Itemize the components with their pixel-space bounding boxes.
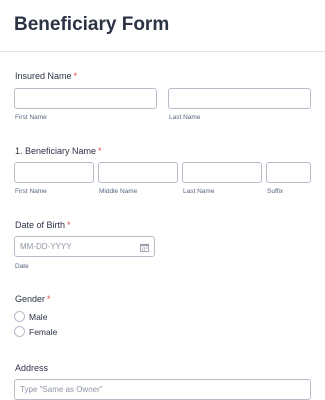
required-mark: * bbox=[67, 220, 71, 230]
beneficiary-first-name-input[interactable] bbox=[14, 162, 94, 183]
beneficiary-suffix-sublabel: Suffix bbox=[267, 188, 284, 195]
calendar-icon[interactable] bbox=[140, 243, 149, 252]
beneficiary-last-name-input[interactable] bbox=[182, 162, 262, 183]
form-header: Beneficiary Form bbox=[0, 0, 325, 52]
beneficiary-middle-name-input[interactable] bbox=[98, 162, 178, 183]
date-of-birth-label: Date of Birth * bbox=[15, 220, 71, 230]
beneficiary-first-name-sublabel: First Name bbox=[15, 188, 47, 195]
beneficiary-suffix-input[interactable] bbox=[266, 162, 311, 183]
required-mark: * bbox=[73, 71, 78, 81]
date-sublabel: Date bbox=[15, 263, 29, 270]
gender-male-label[interactable]: Male bbox=[29, 312, 47, 322]
beneficiary-last-name-sublabel: Last Name bbox=[183, 188, 215, 195]
address-label: Address bbox=[15, 363, 49, 373]
gender-label: Gender * bbox=[15, 294, 51, 304]
address-input[interactable]: Type "Same as Owner" bbox=[14, 379, 311, 400]
required-mark: * bbox=[47, 294, 51, 304]
gender-male-radio[interactable] bbox=[14, 311, 25, 322]
form-title: Beneficiary Form bbox=[14, 14, 170, 35]
required-mark: * bbox=[98, 146, 102, 156]
insured-last-name-input[interactable] bbox=[168, 88, 311, 109]
beneficiary-middle-name-sublabel: Middle Name bbox=[99, 188, 138, 195]
insured-name-label: Insured Name * bbox=[15, 71, 78, 81]
gender-female-label[interactable]: Female bbox=[29, 327, 57, 337]
date-placeholder: MM-DD-YYYY bbox=[20, 242, 72, 251]
gender-female-radio[interactable] bbox=[14, 326, 25, 337]
address-placeholder: Type "Same as Owner" bbox=[20, 385, 103, 394]
beneficiary-name-label: 1. Beneficiary Name * bbox=[15, 146, 102, 156]
insured-first-name-input[interactable] bbox=[14, 88, 157, 109]
insured-last-name-sublabel: Last Name bbox=[169, 114, 201, 121]
insured-first-name-sublabel: First Name bbox=[15, 114, 47, 121]
date-of-birth-input[interactable]: MM-DD-YYYY bbox=[14, 236, 155, 257]
